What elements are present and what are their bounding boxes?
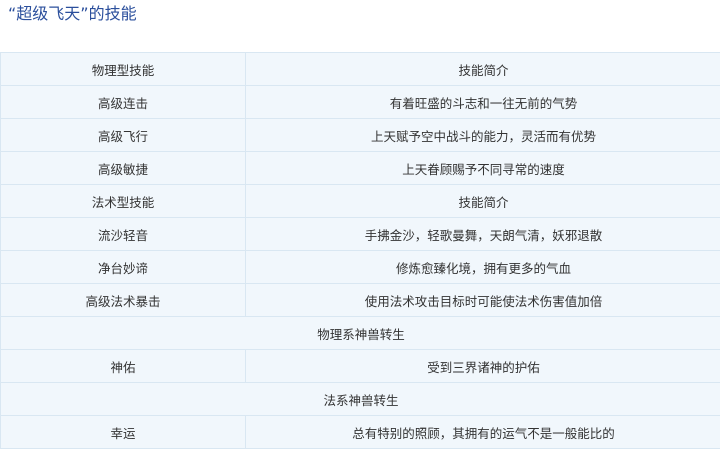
- table-row: 法系神兽转生: [0, 382, 720, 416]
- table-row: 净台妙谛 修炼愈臻化境，拥有更多的气血: [0, 250, 720, 284]
- table-cell-skill-name: 神佑: [0, 349, 246, 383]
- table-row: 流沙轻音 手拂金沙，轻歌曼舞，天朗气清，妖邪退散: [0, 217, 720, 251]
- skills-table-body: 物理型技能 技能简介 高级连击 有着旺盛的斗志和一往无前的气势 高级飞行 上天赋…: [0, 52, 720, 449]
- table-cell-skill-name: 高级飞行: [0, 118, 246, 152]
- table-cell-description: 总有特别的照顾，其拥有的运气不是一般能比的: [245, 415, 720, 449]
- table-row: 法术型技能 技能简介: [0, 184, 720, 218]
- table-cell-skill-name: 高级法术暴击: [0, 283, 246, 317]
- table-cell-skill-name: 幸运: [0, 415, 246, 449]
- table-cell-skill-name: 净台妙谛: [0, 250, 246, 284]
- table-row: 物理型技能 技能简介: [0, 52, 720, 86]
- table-cell-description: 使用法术攻击目标时可能使法术伤害值加倍: [245, 283, 720, 317]
- table-row: 高级法术暴击 使用法术攻击目标时可能使法术伤害值加倍: [0, 283, 720, 317]
- table-section-header: 法系神兽转生: [0, 382, 720, 416]
- skills-table: 物理型技能 技能简介 高级连击 有着旺盛的斗志和一往无前的气势 高级飞行 上天赋…: [0, 52, 720, 449]
- table-cell-description: 有着旺盛的斗志和一往无前的气势: [245, 85, 720, 119]
- table-row: 高级敏捷 上天眷顾赐予不同寻常的速度: [0, 151, 720, 185]
- table-row: 神佑 受到三界诸神的护佑: [0, 349, 720, 383]
- table-section-header: 物理系神兽转生: [0, 316, 720, 350]
- table-cell-description: 上天赋予空中战斗的能力，灵活而有优势: [245, 118, 720, 152]
- table-cell-description: 受到三界诸神的护佑: [245, 349, 720, 383]
- table-cell-description: 技能简介: [245, 52, 720, 86]
- table-cell-description: 手拂金沙，轻歌曼舞，天朗气清，妖邪退散: [245, 217, 720, 251]
- table-cell-skill-name: 流沙轻音: [0, 217, 246, 251]
- table-row: 高级连击 有着旺盛的斗志和一往无前的气势: [0, 85, 720, 119]
- table-cell-category: 物理型技能: [0, 52, 246, 86]
- table-row: 高级飞行 上天赋予空中战斗的能力，灵活而有优势: [0, 118, 720, 152]
- table-cell-skill-name: 高级连击: [0, 85, 246, 119]
- table-cell-skill-name: 高级敏捷: [0, 151, 246, 185]
- table-cell-category: 法术型技能: [0, 184, 246, 218]
- table-cell-description: 上天眷顾赐予不同寻常的速度: [245, 151, 720, 185]
- page-title: “超级飞天”的技能: [8, 4, 137, 23]
- table-cell-description: 技能简介: [245, 184, 720, 218]
- table-row: 物理系神兽转生: [0, 316, 720, 350]
- table-cell-description: 修炼愈臻化境，拥有更多的气血: [245, 250, 720, 284]
- table-row: 幸运 总有特别的照顾，其拥有的运气不是一般能比的: [0, 415, 720, 449]
